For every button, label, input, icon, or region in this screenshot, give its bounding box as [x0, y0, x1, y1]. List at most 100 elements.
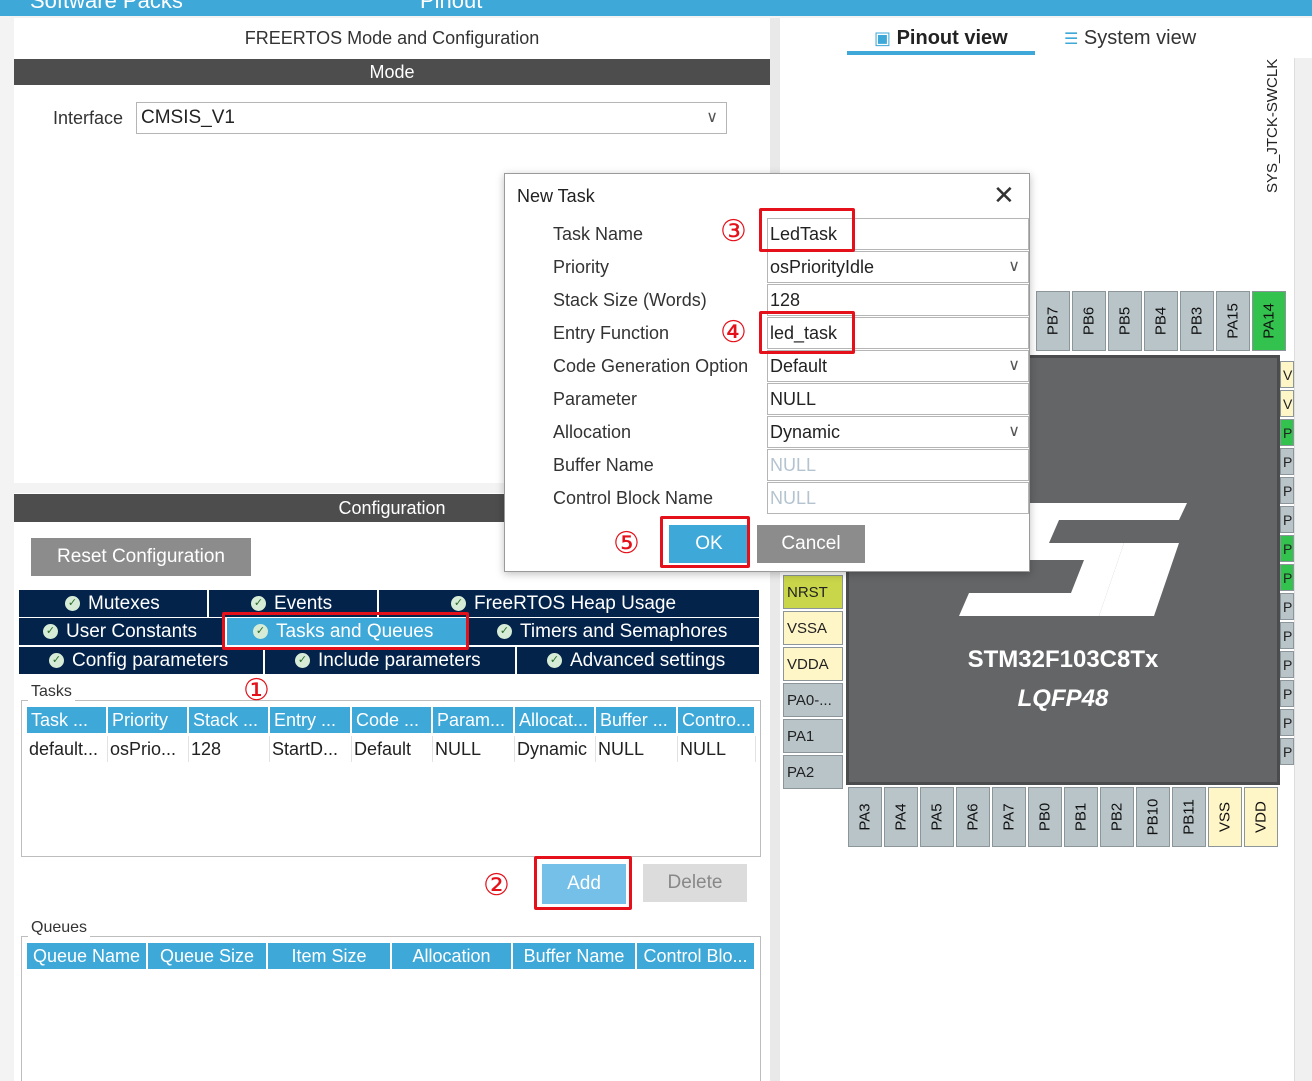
column-header[interactable]: Priority: [108, 707, 187, 733]
pin-pa5[interactable]: PA5: [920, 787, 954, 847]
right-pin[interactable]: V: [1280, 390, 1294, 417]
chevron-down-icon: ∨: [1008, 258, 1020, 275]
field-buffer-name[interactable]: NULL: [767, 449, 1029, 481]
pin-pa6[interactable]: PA6: [956, 787, 990, 847]
check-icon: ✓: [451, 596, 466, 612]
column-header[interactable]: Queue Size: [148, 943, 266, 969]
pin-vssa[interactable]: VSSA: [783, 611, 843, 645]
field-parameter[interactable]: NULL: [767, 383, 1029, 415]
chip-package: LQFP48: [1017, 685, 1109, 712]
pin-pb6[interactable]: PB6: [1072, 291, 1106, 351]
check-icon: ✓: [251, 596, 266, 612]
table-cell: osPrio...: [108, 736, 189, 762]
pin-vdda[interactable]: VDDA: [783, 647, 843, 681]
pin-pb10[interactable]: PB10: [1136, 787, 1170, 847]
column-header[interactable]: Stack ...: [189, 707, 268, 733]
reset-configuration-button[interactable]: Reset Configuration: [31, 538, 251, 576]
column-header[interactable]: Item Size: [268, 943, 390, 969]
pin-pa14[interactable]: PA14: [1252, 291, 1286, 351]
tab-advanced-settings[interactable]: ✓ Advanced settings: [517, 647, 759, 674]
pin-pa0[interactable]: PA0-...: [783, 683, 843, 717]
interface-value: CMSIS_V1: [141, 107, 235, 128]
right-pin[interactable]: P: [1280, 564, 1294, 591]
pin-pb0[interactable]: PB0: [1028, 787, 1062, 847]
right-pin[interactable]: P: [1280, 593, 1294, 620]
column-header[interactable]: Code ...: [352, 707, 431, 733]
chip-icon: ▣: [874, 28, 892, 48]
column-header[interactable]: Contro...: [678, 707, 754, 733]
right-pin[interactable]: P: [1280, 651, 1294, 678]
right-pin[interactable]: P: [1280, 535, 1294, 562]
software-packs-menu[interactable]: Software Packs: [30, 0, 183, 14]
pin-pb1[interactable]: PB1: [1064, 787, 1098, 847]
tab-timers-semaphores[interactable]: ✓ Timers and Semaphores: [469, 618, 759, 645]
annotation-step-5: ⑤: [613, 527, 640, 560]
panel-title: FREERTOS Mode and Configuration: [244, 28, 540, 48]
right-pin[interactable]: P: [1280, 419, 1294, 446]
highlight-entry-function: [759, 311, 855, 354]
right-pin[interactable]: P: [1280, 738, 1294, 765]
field-label: Task Name: [553, 224, 644, 244]
chevron-down-icon: ∨: [1008, 357, 1020, 374]
column-header[interactable]: Allocation: [392, 943, 511, 969]
check-icon: ✓: [497, 624, 512, 640]
pin-nrst[interactable]: NRST: [783, 575, 843, 609]
right-pin[interactable]: P: [1280, 709, 1294, 736]
field-code-generation-option[interactable]: Default ∨: [767, 350, 1029, 382]
close-icon[interactable]: ✕: [993, 180, 1015, 210]
right-pin[interactable]: P: [1280, 448, 1294, 475]
pin-pb3[interactable]: PB3: [1180, 291, 1214, 351]
annotation-step-2: ②: [483, 869, 510, 902]
list-icon: ☰: [1064, 31, 1079, 48]
tab-include-parameters[interactable]: ✓ Include parameters: [265, 647, 515, 674]
pin-vss[interactable]: VSS: [1208, 787, 1242, 847]
column-header[interactable]: Queue Name: [27, 943, 146, 969]
active-view-indicator: [847, 51, 1035, 55]
column-header[interactable]: Buffer ...: [596, 707, 676, 733]
tab-config-parameters[interactable]: ✓ Config parameters: [19, 647, 263, 674]
pin-pa2[interactable]: PA2: [783, 755, 843, 789]
tab-system-view[interactable]: ☰ System view: [1064, 27, 1196, 50]
column-header[interactable]: Buffer Name: [513, 943, 635, 969]
right-pin[interactable]: P: [1280, 622, 1294, 649]
pin-pa3[interactable]: PA3: [848, 787, 882, 847]
field-priority[interactable]: osPriorityIdle ∨: [767, 251, 1029, 283]
tasks-legend: Tasks: [28, 683, 75, 701]
delete-task-button[interactable]: Delete: [643, 864, 747, 902]
annotation-step-4: ④: [720, 316, 747, 349]
right-pin[interactable]: P: [1280, 477, 1294, 504]
pin-pb7[interactable]: PB7: [1036, 291, 1070, 351]
highlight-tasks-tab: [222, 612, 469, 650]
annotation-step-3: ③: [720, 215, 747, 248]
chevron-down-icon: ∨: [706, 109, 718, 126]
pin-pb2[interactable]: PB2: [1100, 787, 1134, 847]
column-header[interactable]: Param...: [433, 707, 513, 733]
pin-vdd[interactable]: VDD: [1244, 787, 1278, 847]
pin-pb11[interactable]: PB11: [1172, 787, 1206, 847]
field-control-block-name[interactable]: NULL: [767, 482, 1029, 514]
pin-pb5[interactable]: PB5: [1108, 291, 1142, 351]
check-icon: ✓: [295, 653, 310, 669]
tab-pinout-view[interactable]: ▣ Pinout view: [874, 27, 1008, 50]
right-pin[interactable]: P: [1280, 680, 1294, 707]
pin-pb4[interactable]: PB4: [1144, 291, 1178, 351]
pin-pa4[interactable]: PA4: [884, 787, 918, 847]
check-icon: ✓: [547, 653, 562, 669]
column-header[interactable]: Entry ...: [270, 707, 350, 733]
right-pin[interactable]: P: [1280, 506, 1294, 533]
column-header[interactable]: Allocat...: [515, 707, 594, 733]
column-header[interactable]: Control Blo...: [637, 943, 754, 969]
pinout-menu[interactable]: Pinout: [420, 0, 482, 14]
field-allocation[interactable]: Dynamic ∨: [767, 416, 1029, 448]
pin-pa15[interactable]: PA15: [1216, 291, 1250, 351]
cancel-button[interactable]: Cancel: [757, 525, 865, 563]
column-header[interactable]: Task ...: [27, 707, 106, 733]
interface-select[interactable]: CMSIS_V1 ∨: [136, 102, 727, 134]
tab-mutexes[interactable]: ✓ Mutexes: [19, 590, 207, 617]
vertical-scrollbar[interactable]: [1294, 58, 1312, 1081]
tab-user-constants[interactable]: ✓ User Constants: [19, 618, 225, 645]
right-pin[interactable]: V: [1280, 361, 1294, 388]
pin-pa1[interactable]: PA1: [783, 719, 843, 753]
pin-pa7[interactable]: PA7: [992, 787, 1026, 847]
check-icon: ✓: [65, 596, 80, 612]
